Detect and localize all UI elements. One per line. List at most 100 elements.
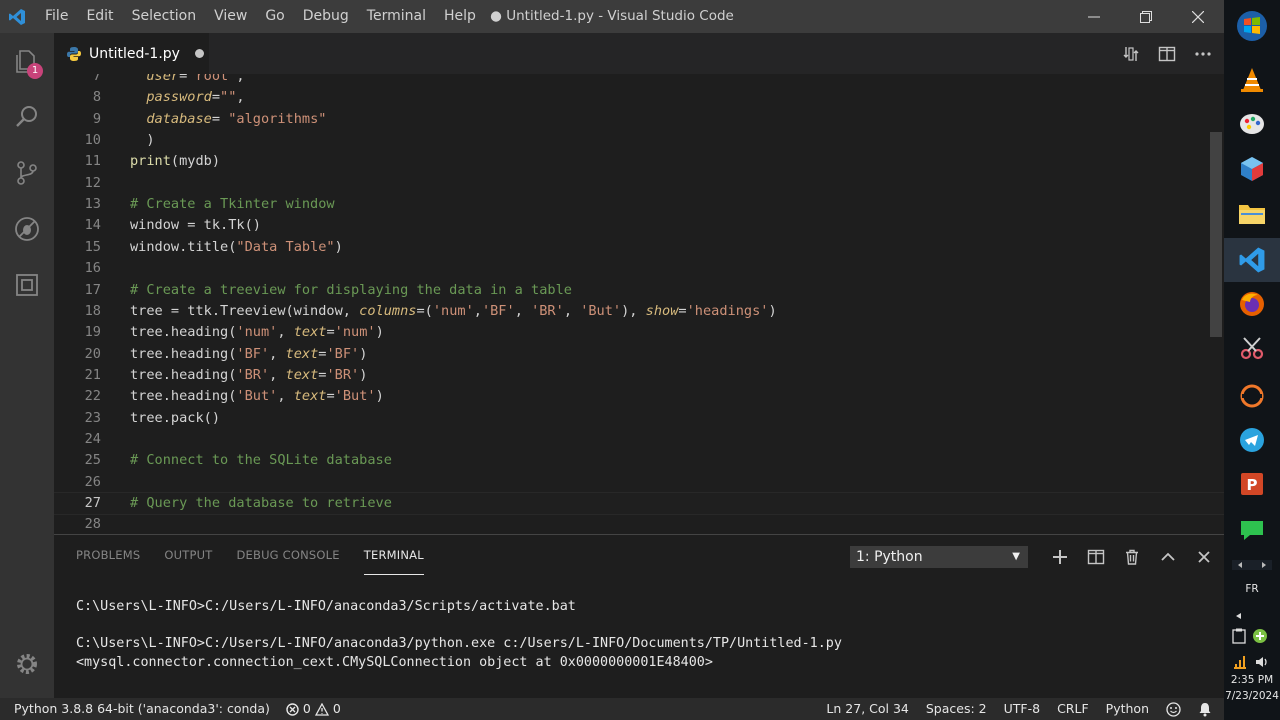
cursor-position[interactable]: Ln 27, Col 34: [826, 698, 908, 720]
taskbar-firefox[interactable]: [1234, 286, 1270, 322]
extensions-button[interactable]: [0, 257, 54, 313]
code-line[interactable]: 12: [54, 173, 1224, 194]
tray-expand-icon[interactable]: [1235, 612, 1243, 620]
unsaved-dot-icon[interactable]: [194, 49, 204, 58]
tab-debug-console[interactable]: DEBUG CONSOLE: [236, 548, 339, 574]
menu-edit[interactable]: Edit: [77, 0, 122, 33]
tab-terminal[interactable]: TERMINAL: [363, 548, 424, 575]
code-line[interactable]: 22 tree.heading('But', text='But'): [54, 386, 1224, 407]
code-text: # Connect to the SQLite database: [130, 452, 392, 469]
taskbar-app-orange[interactable]: [1234, 378, 1270, 414]
menu-go[interactable]: Go: [256, 0, 293, 33]
kill-terminal-button[interactable]: [1120, 545, 1144, 569]
explorer-button[interactable]: 1: [0, 33, 54, 89]
code-line[interactable]: 16: [54, 258, 1224, 279]
editor-scrollbar[interactable]: [1210, 132, 1222, 337]
taskbar-app-green[interactable]: [1234, 512, 1270, 548]
code-line[interactable]: 27 # Query the database to retrieve: [54, 493, 1224, 514]
end-of-line[interactable]: CRLF: [1057, 698, 1089, 720]
code-line[interactable]: 8 password="",: [54, 87, 1224, 108]
code-line[interactable]: 26: [54, 472, 1224, 493]
new-terminal-button[interactable]: [1048, 545, 1072, 569]
status-bar: Python 3.8.8 64-bit ('anaconda3': conda)…: [0, 698, 1224, 720]
line-number: 13: [84, 196, 101, 213]
indentation[interactable]: Spaces: 2: [926, 698, 987, 720]
clock-date[interactable]: 7/23/2024: [1224, 690, 1280, 702]
open-changes-button[interactable]: [1120, 43, 1142, 65]
encoding[interactable]: UTF-8: [1004, 698, 1040, 720]
language-mode[interactable]: Python: [1106, 698, 1149, 720]
close-panel-button[interactable]: [1192, 545, 1216, 569]
code-line[interactable]: 28: [54, 514, 1224, 534]
code-line[interactable]: 9 database= "algorithms": [54, 109, 1224, 130]
code-line[interactable]: 18 tree = ttk.Treeview(window, columns=('…: [54, 301, 1224, 322]
menu-file[interactable]: File: [34, 0, 77, 33]
clipboard-icon[interactable]: [1232, 628, 1246, 644]
maximize-panel-button[interactable]: [1156, 545, 1180, 569]
telegram-icon: [1240, 428, 1264, 452]
code-text: tree.heading('But', text='But'): [130, 388, 384, 405]
trash-icon: [1126, 549, 1138, 565]
menu-debug[interactable]: Debug: [294, 0, 358, 33]
clock-time[interactable]: 2:35 PM: [1224, 674, 1280, 686]
code-line[interactable]: 24: [54, 429, 1224, 450]
code-line[interactable]: 21 tree.heading('BR', text='BR'): [54, 365, 1224, 386]
input-language[interactable]: FR: [1224, 583, 1280, 595]
line-number: 21: [84, 366, 101, 383]
feedback-button[interactable]: [1166, 701, 1181, 717]
menu-terminal[interactable]: Terminal: [358, 0, 435, 33]
menu-selection[interactable]: Selection: [123, 0, 206, 33]
terminal-select[interactable]: 1: Python ▼: [850, 546, 1028, 568]
start-button[interactable]: [1234, 8, 1270, 44]
taskbar-snipping-tool[interactable]: [1234, 330, 1270, 366]
firefox-icon: [1240, 292, 1264, 316]
restore-button[interactable]: [1120, 0, 1172, 33]
manage-button[interactable]: [0, 644, 54, 684]
menu-view[interactable]: View: [205, 0, 256, 33]
taskbar-3d-app[interactable]: [1234, 151, 1270, 187]
source-control-button[interactable]: [0, 145, 54, 201]
code-line[interactable]: 7 user="root",: [54, 74, 1224, 87]
taskbar-telegram[interactable]: [1234, 422, 1270, 458]
code-line[interactable]: 20 tree.heading('BF', text='BF'): [54, 344, 1224, 365]
taskbar-powerpoint[interactable]: P: [1234, 466, 1270, 502]
code-line[interactable]: 10 ): [54, 130, 1224, 151]
taskbar-file-explorer[interactable]: [1234, 196, 1270, 232]
debug-button[interactable]: [0, 201, 54, 257]
search-button[interactable]: [0, 89, 54, 145]
notifications-button[interactable]: [1198, 702, 1212, 717]
code-line[interactable]: 13 # Create a Tkinter window: [54, 194, 1224, 215]
taskbar-vscode[interactable]: [1234, 242, 1270, 278]
tab-label: Untitled-1.py: [89, 45, 180, 62]
network-icon[interactable]: [1232, 654, 1248, 670]
editor-tab-bar: Untitled-1.py: [54, 33, 1224, 74]
problems-indicator[interactable]: 0 0: [286, 698, 341, 720]
python-interpreter[interactable]: Python 3.8.8 64-bit ('anaconda3': conda): [14, 698, 270, 720]
taskbar-vlc[interactable]: [1234, 62, 1270, 98]
line-number: 28: [84, 516, 101, 533]
split-terminal-button[interactable]: [1084, 545, 1108, 569]
code-line[interactable]: 17 # Create a treeview for displaying the…: [54, 280, 1224, 301]
tab-untitled-1[interactable]: Untitled-1.py: [54, 33, 209, 74]
code-line[interactable]: 14 window = tk.Tk(): [54, 215, 1224, 236]
speaker-icon[interactable]: [1254, 654, 1270, 670]
minimize-button[interactable]: [1068, 0, 1120, 33]
tab-problems[interactable]: PROBLEMS: [76, 548, 140, 574]
code-line[interactable]: 11 print(mydb): [54, 151, 1224, 172]
code-line[interactable]: 19 tree.heading('num', text='num'): [54, 322, 1224, 343]
search-icon: [16, 106, 37, 127]
close-window-button[interactable]: [1172, 0, 1224, 33]
split-editor-button[interactable]: [1156, 43, 1178, 65]
code-line[interactable]: 25 # Connect to the SQLite database: [54, 450, 1224, 471]
tab-output[interactable]: OUTPUT: [164, 548, 212, 574]
code-line[interactable]: 23 tree.pack(): [54, 408, 1224, 429]
code-line[interactable]: 15 window.title("Data Table"): [54, 237, 1224, 258]
menu-help[interactable]: Help: [435, 0, 485, 33]
line-number: 17: [84, 281, 101, 298]
plus-circle-icon[interactable]: [1252, 628, 1268, 644]
code-editor[interactable]: 7 user="root", 8 password="", 9 database= …: [54, 74, 1224, 534]
tray-scroll-arrows[interactable]: [1232, 560, 1272, 570]
code-text: tree.pack(): [130, 409, 221, 426]
taskbar-paint[interactable]: [1234, 106, 1270, 142]
more-actions-button[interactable]: [1192, 43, 1214, 65]
